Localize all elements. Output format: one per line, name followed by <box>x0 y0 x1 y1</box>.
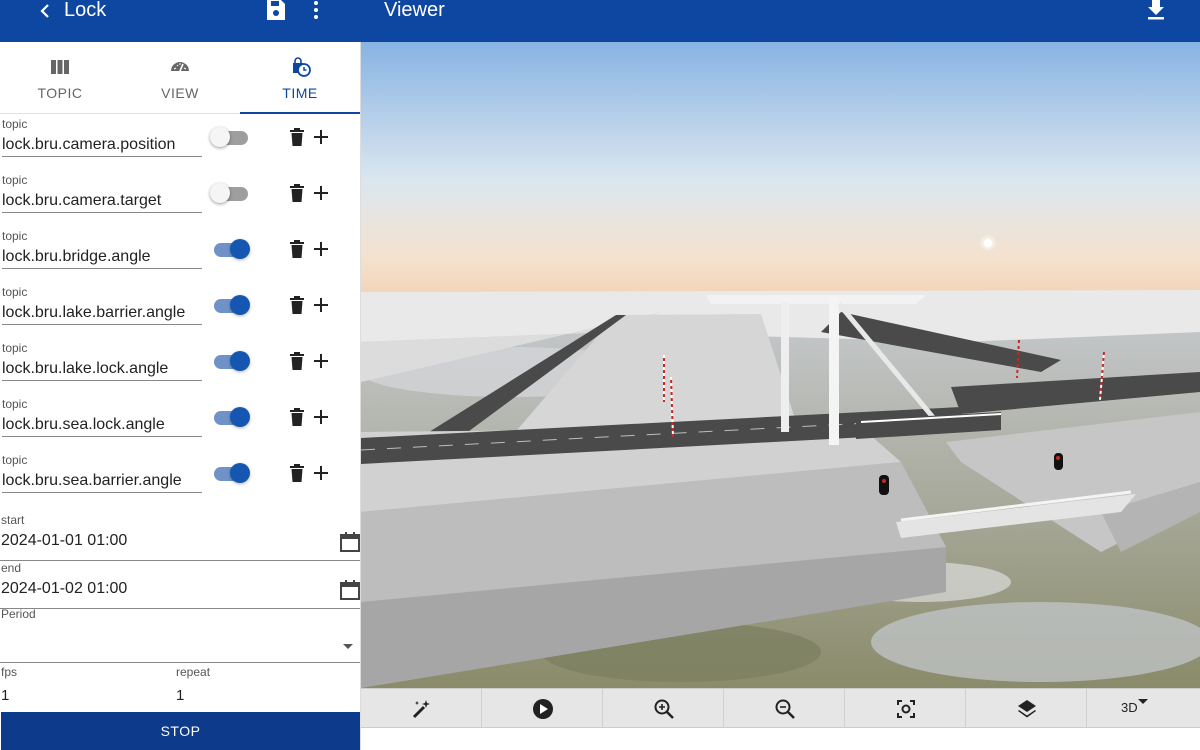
viewer-canvas[interactable] <box>361 42 1200 688</box>
zoom-in-icon <box>654 699 674 719</box>
active-tab-indicator <box>240 112 360 114</box>
zoom-out-button[interactable] <box>724 689 845 728</box>
topic-label: topic <box>2 229 28 243</box>
plus-icon[interactable] <box>312 351 330 373</box>
app-title: Lock <box>64 0 107 21</box>
topic-toggle[interactable] <box>212 239 250 261</box>
calendar-icon[interactable] <box>340 531 360 553</box>
topic-toggle[interactable] <box>212 463 250 485</box>
calendar-icon[interactable] <box>340 579 360 601</box>
fps-field[interactable]: fps 1 <box>0 665 170 709</box>
view-mode-select[interactable]: 3D <box>1087 689 1200 728</box>
trash-icon[interactable] <box>288 463 306 485</box>
topic-toggle[interactable] <box>212 407 250 429</box>
start-date-field[interactable]: start 2024-01-01 01:00 <box>0 513 360 561</box>
tab-view[interactable]: VIEW <box>120 42 240 114</box>
start-value: 2024-01-01 01:00 <box>1 532 128 549</box>
trash-icon[interactable] <box>288 239 306 261</box>
viewer-footer <box>361 729 1200 750</box>
start-label: start <box>1 513 25 527</box>
repeat-field[interactable]: repeat 1 <box>175 665 355 709</box>
topic-toggle[interactable] <box>212 295 250 317</box>
end-label: end <box>1 561 22 575</box>
repeat-value: 1 <box>176 687 185 704</box>
plus-icon[interactable] <box>312 295 330 317</box>
caret-down-icon <box>343 644 353 649</box>
view-mode-label: 3D <box>1121 700 1138 715</box>
play-button[interactable] <box>482 689 603 728</box>
columns-icon <box>51 60 69 74</box>
period-label: Period <box>1 607 36 621</box>
plus-icon[interactable] <box>312 239 330 261</box>
plus-icon[interactable] <box>312 183 330 205</box>
stop-button[interactable]: STOP <box>1 712 360 750</box>
topic-input[interactable] <box>2 467 202 493</box>
topic-input[interactable] <box>2 243 202 269</box>
topic-label: topic <box>2 117 28 131</box>
end-value: 2024-01-02 01:00 <box>1 580 128 597</box>
focus-button[interactable] <box>845 689 966 728</box>
editor-app-bar: Lock <box>0 0 360 42</box>
viewer-app-bar: Viewer <box>360 0 1200 42</box>
topic-input[interactable] <box>2 131 202 157</box>
tab-bar: TOPIC VIEW TIME <box>0 42 360 114</box>
gauge-icon <box>171 62 189 72</box>
clock-bag-icon <box>293 57 311 77</box>
tab-topic-label: TOPIC <box>37 85 83 101</box>
viewer-toolbar: 3D <box>361 688 1200 728</box>
topic-input[interactable] <box>2 187 202 213</box>
download-icon[interactable] <box>1144 0 1168 22</box>
topic-label: topic <box>2 341 28 355</box>
repeat-label: repeat <box>176 665 211 679</box>
end-date-field[interactable]: end 2024-01-02 01:00 <box>0 561 360 609</box>
topic-toggle[interactable] <box>210 127 250 149</box>
lock-3d-scene <box>361 42 1200 688</box>
topic-toggle[interactable] <box>212 351 250 373</box>
magic-wand-icon <box>412 700 430 719</box>
plus-icon[interactable] <box>312 127 330 149</box>
trash-icon[interactable] <box>288 351 306 373</box>
tab-topic[interactable]: TOPIC <box>0 42 120 114</box>
zoom-out-icon <box>775 699 795 719</box>
caret-down-icon <box>1138 699 1148 704</box>
topic-row: topic <box>0 229 360 285</box>
topic-input[interactable] <box>2 355 202 381</box>
topic-label: topic <box>2 453 28 467</box>
play-icon <box>533 699 553 719</box>
focus-icon <box>897 700 915 718</box>
fps-value: 1 <box>1 687 10 704</box>
topic-label: topic <box>2 173 28 187</box>
topic-label: topic <box>2 397 28 411</box>
topic-label: topic <box>2 285 28 299</box>
topic-row: topic <box>0 285 360 341</box>
zoom-in-button[interactable] <box>603 689 724 728</box>
plus-icon[interactable] <box>312 463 330 485</box>
more-vertical-icon[interactable] <box>306 0 326 22</box>
fps-label: fps <box>1 665 18 679</box>
plus-icon[interactable] <box>312 407 330 429</box>
topic-row: topic <box>0 341 360 397</box>
period-select[interactable]: Period <box>0 607 360 663</box>
layers-icon <box>1018 700 1036 718</box>
topic-toggle[interactable] <box>210 183 250 205</box>
tab-view-label: VIEW <box>161 85 199 101</box>
trash-icon[interactable] <box>288 183 306 205</box>
topic-row: topic <box>0 453 360 509</box>
floppy-disk-icon[interactable] <box>264 0 288 22</box>
trash-icon[interactable] <box>288 127 306 149</box>
topic-row: topic <box>0 117 360 173</box>
topic-row: topic <box>0 397 360 453</box>
topic-input[interactable] <box>2 411 202 437</box>
trash-icon[interactable] <box>288 295 306 317</box>
magic-wand-button[interactable] <box>361 689 482 728</box>
tab-time[interactable]: TIME <box>240 42 360 114</box>
time-panel: TOPIC VIEW TIME topic topic topic topic <box>0 42 361 750</box>
chevron-left-icon[interactable] <box>36 0 54 22</box>
trash-icon[interactable] <box>288 407 306 429</box>
topic-input[interactable] <box>2 299 202 325</box>
viewer-title: Viewer <box>384 0 445 21</box>
tab-time-label: TIME <box>282 85 318 101</box>
layers-button[interactable] <box>966 689 1087 728</box>
topic-row: topic <box>0 173 360 229</box>
